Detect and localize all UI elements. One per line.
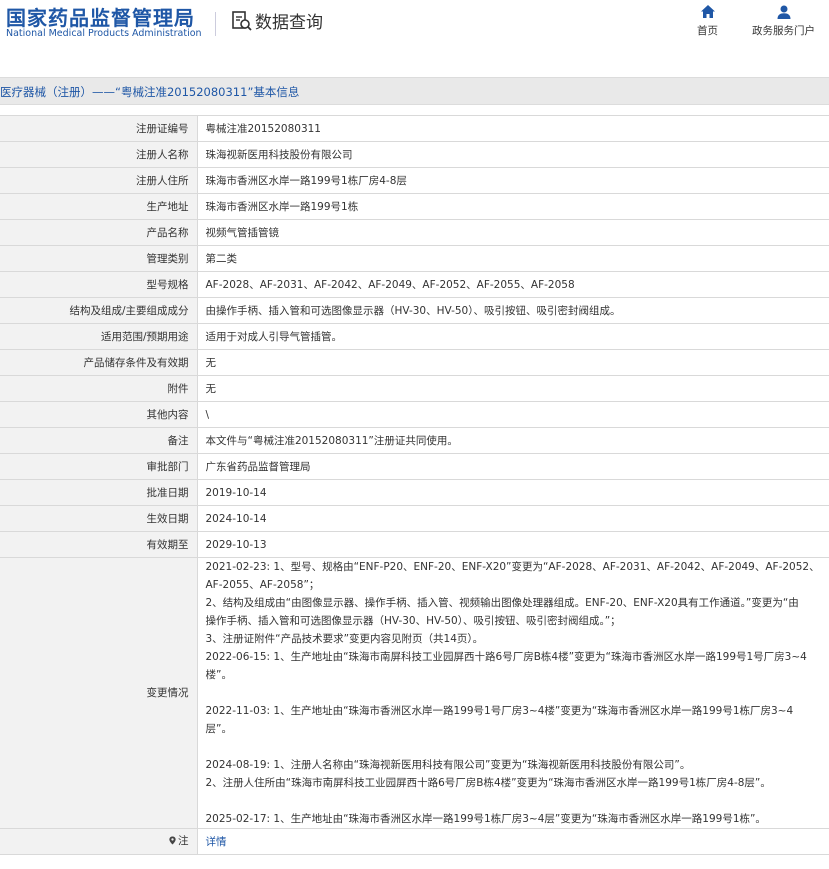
query-title-text: 数据查询 bbox=[255, 13, 323, 33]
field-label: 附件 bbox=[0, 375, 198, 402]
field-value: AF-2028、AF-2031、AF-2042、AF-2049、AF-2052、… bbox=[197, 271, 829, 298]
field-label: 结构及组成/主要组成成分 bbox=[0, 297, 198, 324]
field-label: 有效期至 bbox=[0, 531, 198, 558]
info-row: 生效日期 2024-10-14 bbox=[0, 505, 829, 532]
map-pin-icon bbox=[169, 836, 176, 845]
field-value: 珠海视新医用科技股份有限公司 bbox=[197, 141, 829, 168]
info-row: 产品名称 视频气管插管镜 bbox=[0, 219, 829, 246]
field-label: 注册证编号 bbox=[0, 115, 198, 142]
info-row: 其他内容 \ bbox=[0, 401, 829, 428]
field-label: 型号规格 bbox=[0, 271, 198, 298]
field-label: 生产地址 bbox=[0, 193, 198, 220]
info-row: 适用范围/预期用途 适用于对成人引导气管插管。 bbox=[0, 323, 829, 350]
change-history-line: 2、结构及组成由“由图像显示器、操作手柄、插入管、视频输出图像处理器组成。ENF… bbox=[205, 597, 799, 609]
nav-portal-label: 政务服务门户 bbox=[752, 25, 815, 37]
change-history-line: 操作手柄、插入管和可选图像显示器（HV-30、HV-50）、吸引按钮、吸引密封阀… bbox=[205, 615, 621, 627]
change-history-line: AF-2055、AF-2058”； bbox=[205, 579, 320, 591]
change-history-line: 2022-11-03: 1、生产地址由“珠海市香洲区水岸一路199号1号厂房3~… bbox=[205, 705, 794, 717]
change-history-value: 2021-02-23: 1、型号、规格由“ENF-P20、ENF-20、ENF-… bbox=[197, 557, 829, 829]
info-row: 结构及组成/主要组成成分 由操作手柄、插入管和可选图像显示器（HV-30、HV-5… bbox=[0, 297, 829, 324]
change-history-line: 层”。 bbox=[205, 723, 232, 735]
home-icon bbox=[700, 5, 715, 18]
change-history-line: 2024-08-19: 1、注册人名称由“珠海视新医用科技有限公司”变更为“珠海… bbox=[205, 759, 691, 771]
note-label-text: 注 bbox=[178, 834, 189, 847]
data-query-title: 数据查询 bbox=[231, 8, 323, 33]
info-row: 备注 本文件与“粤械注准20152080311”注册证共同使用。 bbox=[0, 427, 829, 454]
field-label: 批准日期 bbox=[0, 479, 198, 506]
record-title-bar: 医疗器械（注册）——“粤械注准20152080311”基本信息 bbox=[0, 77, 829, 105]
header-divider bbox=[215, 12, 216, 36]
record-title: 医疗器械（注册）——“粤械注准20152080311”基本信息 bbox=[0, 85, 300, 99]
field-label: 注册人名称 bbox=[0, 141, 198, 168]
field-label: 生效日期 bbox=[0, 505, 198, 532]
info-row: 注册证编号 粤械注准20152080311 bbox=[0, 115, 829, 142]
change-history-line: 楼”。 bbox=[205, 669, 232, 681]
info-row: 有效期至 2029-10-13 bbox=[0, 531, 829, 558]
field-label: 管理类别 bbox=[0, 245, 198, 272]
note-label: 注 bbox=[168, 832, 189, 850]
nmpa-logo-en[interactable]: National Medical Products Administration bbox=[6, 28, 202, 39]
user-icon bbox=[777, 5, 790, 19]
field-label: 注册人住所 bbox=[0, 167, 198, 194]
field-label: 适用范围/预期用途 bbox=[0, 323, 198, 350]
field-value: 广东省药品监督管理局 bbox=[197, 453, 829, 480]
field-value: 本文件与“粤械注准20152080311”注册证共同使用。 bbox=[197, 427, 829, 454]
info-row: 批准日期 2019-10-14 bbox=[0, 479, 829, 506]
note-row: 注 详情 bbox=[0, 828, 829, 855]
field-value: 粤械注准20152080311 bbox=[197, 115, 829, 142]
field-value: 珠海市香洲区水岸一路199号1栋 bbox=[197, 193, 829, 220]
field-value: 由操作手柄、插入管和可选图像显示器（HV-30、HV-50）、吸引按钮、吸引密封… bbox=[197, 297, 829, 324]
field-value: 2029-10-13 bbox=[197, 531, 829, 558]
nav-service-portal[interactable]: 政务服务门户 bbox=[752, 4, 815, 38]
info-row: 生产地址 珠海市香洲区水岸一路199号1栋 bbox=[0, 193, 829, 220]
field-value: 适用于对成人引导气管插管。 bbox=[197, 323, 829, 350]
field-value: 第二类 bbox=[197, 245, 829, 272]
change-history-line: 3、注册证附件“产品技术要求”变更内容见附页（共14页）。 bbox=[205, 633, 484, 645]
nav-home[interactable]: 首页 bbox=[697, 4, 718, 38]
field-label: 产品储存条件及有效期 bbox=[0, 349, 198, 376]
info-row: 注册人住所 珠海市香洲区水岸一路199号1栋厂房4-8层 bbox=[0, 167, 829, 194]
nmpa-logo-cn[interactable]: 国家药品监督管理局 bbox=[6, 2, 195, 31]
change-history-line: 2022-06-15: 1、生产地址由“珠海市南屏科技工业园屏西十路6号厂房B栋… bbox=[205, 651, 807, 663]
change-history-line: 2025-02-17: 1、生产地址由“珠海市香洲区水岸一路199号1栋厂房3~… bbox=[205, 813, 766, 825]
field-value: 珠海市香洲区水岸一路199号1栋厂房4-8层 bbox=[197, 167, 829, 194]
document-search-icon bbox=[232, 10, 252, 31]
field-label: 其他内容 bbox=[0, 401, 198, 428]
info-row: 审批部门 广东省药品监督管理局 bbox=[0, 453, 829, 480]
field-value: 视频气管插管镜 bbox=[197, 219, 829, 246]
field-value: 无 bbox=[197, 375, 829, 402]
info-row: 管理类别 第二类 bbox=[0, 245, 829, 272]
change-history-row: 变更情况 2021-02-23: 1、型号、规格由“ENF-P20、ENF-20、… bbox=[0, 557, 829, 829]
field-label: 审批部门 bbox=[0, 453, 198, 480]
info-row: 注册人名称 珠海视新医用科技股份有限公司 bbox=[0, 141, 829, 168]
device-info-table: 注册证编号 粤械注准20152080311 注册人名称 珠海视新医用科技股份有限公司注… bbox=[0, 115, 829, 855]
change-history-line: 2021-02-23: 1、型号、规格由“ENF-P20、ENF-20、ENF-… bbox=[205, 561, 820, 573]
field-label: 备注 bbox=[0, 427, 198, 454]
field-label: 产品名称 bbox=[0, 219, 198, 246]
info-row: 产品储存条件及有效期无 bbox=[0, 349, 829, 376]
details-link[interactable]: 详情 bbox=[206, 836, 227, 848]
field-value: 2024-10-14 bbox=[197, 505, 829, 532]
info-row: 附件无 bbox=[0, 375, 829, 402]
field-value: 无 bbox=[197, 349, 829, 376]
note-label-cell: 注 bbox=[0, 828, 198, 855]
nav-home-label: 首页 bbox=[697, 25, 718, 37]
change-history-label: 变更情况 bbox=[0, 557, 198, 829]
change-history-line: 2、注册人住所由“珠海市南屏科技工业园屏西十路6号厂房B栋4楼”变更为“珠海市香… bbox=[205, 777, 771, 789]
info-row: 型号规格 AF-2028、AF-2031、AF-2042、AF-2049、AF-2… bbox=[0, 271, 829, 298]
field-value: \ bbox=[197, 401, 829, 428]
note-value-cell: 详情 bbox=[197, 828, 829, 855]
page-header: 国家药品监督管理局 National Medical Products Admi… bbox=[0, 0, 829, 64]
field-value: 2019-10-14 bbox=[197, 479, 829, 506]
